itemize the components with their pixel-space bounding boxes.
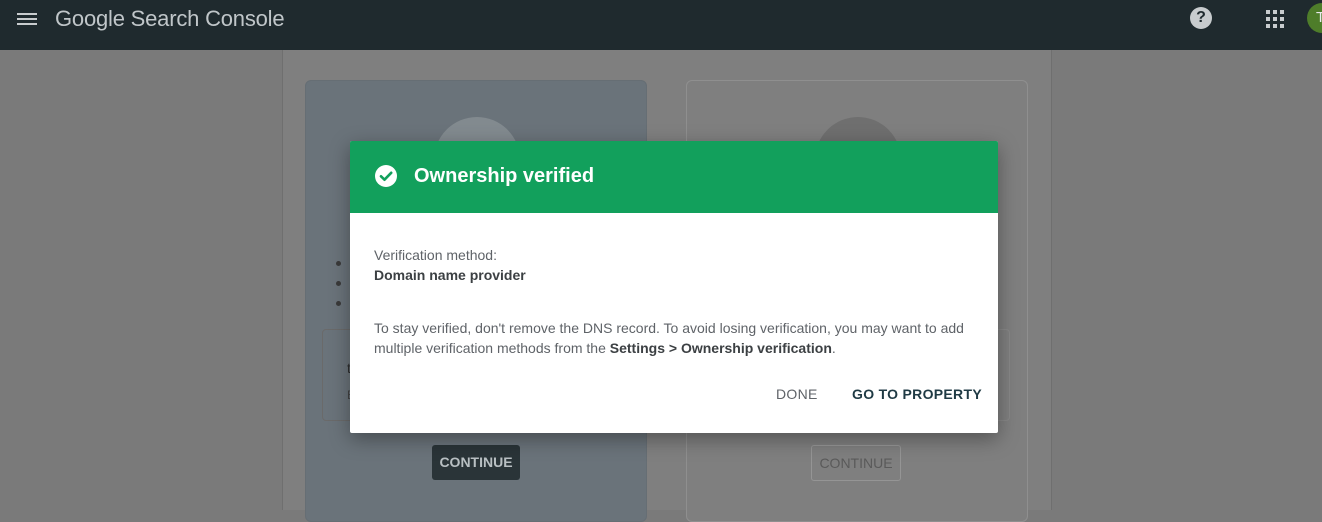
continue-button-domain[interactable]: CONTINUE <box>432 445 520 480</box>
ownership-verified-dialog: Ownership verified Verification method: … <box>350 141 998 433</box>
continue-button-url-prefix[interactable]: CONTINUE <box>811 445 901 481</box>
bullet-dot <box>336 281 341 286</box>
bullet-dot <box>336 301 341 306</box>
check-circle-icon <box>375 165 397 187</box>
bullet-dot <box>336 261 341 266</box>
dialog-title: Ownership verified <box>414 165 595 187</box>
dialog-body-text: To stay verified, don't remove the DNS r… <box>374 318 974 358</box>
account-avatar[interactable]: T <box>1307 3 1322 33</box>
top-app-bar: Google Search Console ? T <box>0 0 1322 50</box>
verification-method-label: Verification method: <box>374 247 497 263</box>
hamburger-menu-icon[interactable] <box>17 10 37 26</box>
dialog-header: Ownership verified <box>350 141 998 213</box>
go-to-property-button[interactable]: GO TO PROPERTY <box>852 386 982 402</box>
help-icon[interactable]: ? <box>1190 7 1212 29</box>
body-text-suffix: . <box>831 340 836 356</box>
apps-grid-icon[interactable] <box>1266 10 1284 28</box>
app-title: Google Search Console <box>55 6 285 31</box>
verification-method-value: Domain name provider <box>374 267 526 283</box>
done-button[interactable]: DONE <box>776 386 818 402</box>
settings-path: Settings > Ownership verification <box>609 340 832 356</box>
